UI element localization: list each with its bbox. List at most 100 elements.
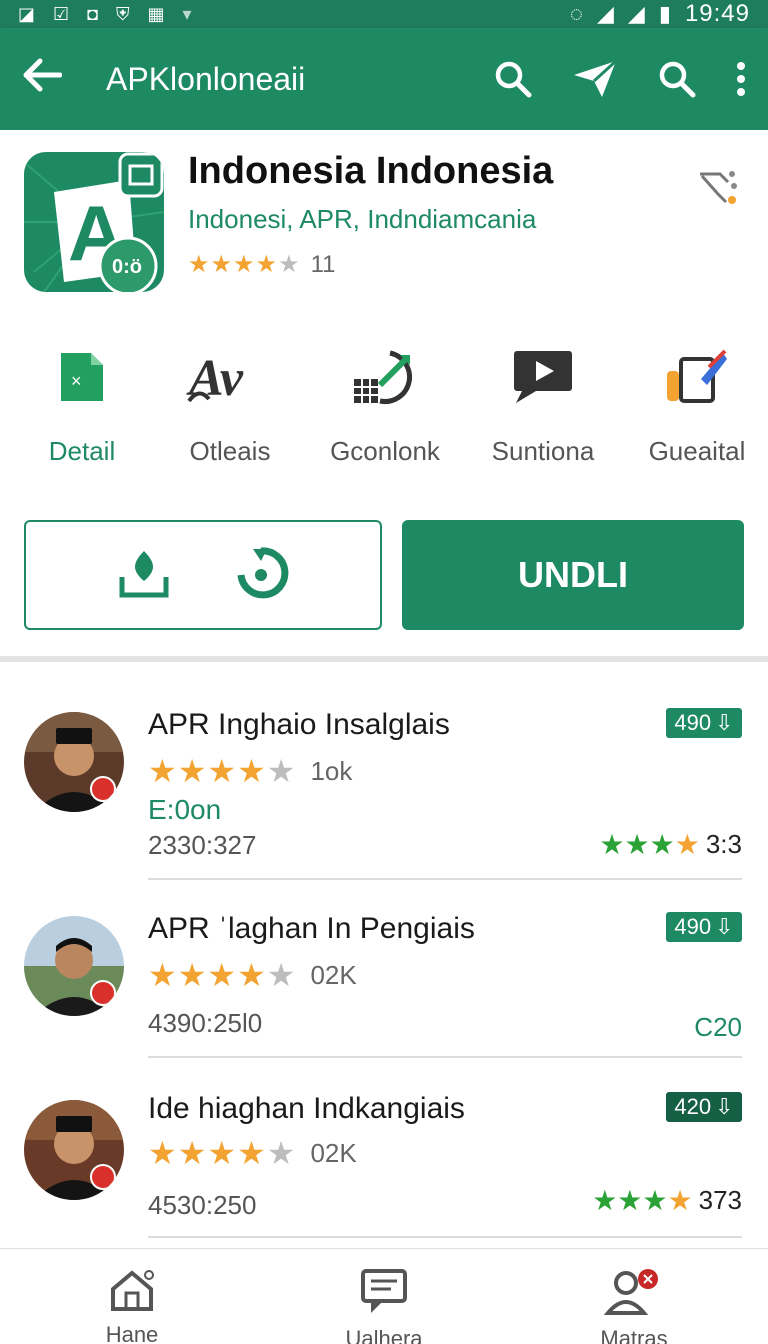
status-bar: ◪ ☑ ◘ ⛨ ▦ ▾ ◌ ◢ ◢ ▮ 19:49: [0, 0, 768, 28]
tab-detail[interactable]: × Detail: [7, 342, 157, 467]
svg-text:×: ×: [71, 371, 82, 391]
tab-label: Suntiona: [491, 436, 595, 466]
rating-stars: ★★★★★: [148, 753, 297, 789]
item-title: APR ˈlaghan In Pengiais: [148, 912, 475, 945]
app-detail-card: A 0:ö Indonesia Indonesia Indonesi, APR,…: [0, 130, 768, 662]
rating-stars-small: ★★★★: [592, 1185, 693, 1216]
download-button[interactable]: UNDLI: [402, 520, 744, 630]
app-icon: A 0:ö: [24, 152, 164, 292]
secondary-action-button[interactable]: [24, 520, 382, 630]
download-small-icon: ⇩: [715, 914, 734, 939]
av-icon: Av: [155, 342, 305, 412]
dropdown-notification-icon: ▾: [182, 4, 192, 24]
rating-stars: ★★★★★: [148, 1135, 297, 1171]
notification-icon: ◪: [18, 4, 36, 24]
rating-count: 11: [310, 250, 336, 278]
list-item[interactable]: APR ˈlaghan In Pengiais ★★★★★ 02K 4390:2…: [0, 884, 768, 1084]
price-badge[interactable]: 490 ⇩: [666, 708, 742, 738]
video-icon: [468, 342, 618, 412]
share-icon[interactable]: [698, 168, 740, 213]
item-tag: E:0on: [148, 794, 222, 825]
home-icon: [62, 1269, 202, 1316]
list-item[interactable]: APR Inghaio Insalglais ★★★★★ 1ok E:0on 2…: [0, 680, 768, 880]
shield-notification-icon: ⛨: [116, 4, 130, 24]
search-icon[interactable]: [658, 60, 696, 98]
battery-icon: ▮: [658, 1, 671, 26]
sheet-icon: ×: [7, 342, 157, 412]
item-title: APR Inghaio Insalglais: [148, 708, 450, 741]
rating-stars: ★★★★★: [148, 957, 297, 993]
chart-icon: [310, 342, 460, 412]
status-time: 19:49: [684, 0, 750, 27]
avatar: [24, 712, 124, 812]
message-icon: [314, 1269, 454, 1320]
clipboard-icon: [622, 342, 768, 412]
app-bar-title: APKlonloneaii: [106, 60, 306, 97]
signal-icon: ◢: [627, 1, 645, 26]
camera-notification-icon: ◘: [87, 4, 99, 24]
price-badge-value: 420: [674, 1094, 712, 1119]
avatar-badge: [90, 1164, 116, 1190]
rating-count: 02K: [310, 959, 357, 990]
refresh-icon[interactable]: [233, 545, 289, 606]
divider: [148, 878, 742, 880]
nav-item-home[interactable]: Hane: [62, 1249, 202, 1344]
item-side-rating: ★★★★ 373: [592, 1184, 742, 1217]
nav-item-messages[interactable]: Ualhera: [314, 1249, 454, 1344]
grid-notification-icon: ▦: [147, 4, 165, 24]
tab-label: Detail: [48, 436, 116, 466]
tab-gueaital[interactable]: Gueaital: [622, 342, 768, 467]
nav-label: Ualhera: [345, 1326, 423, 1344]
rating-stars-small: ★★★★: [599, 829, 700, 860]
price-badge[interactable]: 420 ⇩: [666, 1092, 742, 1122]
tab-suntiona[interactable]: Suntiona: [468, 342, 618, 467]
account-icon: [564, 1269, 704, 1320]
price-badge[interactable]: 490 ⇩: [666, 912, 742, 942]
app-developer[interactable]: Indonesi, APR, Indndiamcania: [188, 204, 536, 235]
app-icon-badge-text: 0:ö: [112, 256, 142, 278]
app-rating: ★★★★★ 11: [188, 250, 336, 279]
list-item[interactable]: Ide hiaghan Indkangiais ★★★★★ 02K 4530:2…: [0, 1066, 768, 1266]
item-date: 4390:25l0: [148, 1008, 263, 1038]
detail-tabs: × Detail Av Otleais Gconlonk Suntiona Gu…: [0, 342, 768, 472]
side-rating-value: 3:3: [705, 829, 742, 859]
price-badge-value: 490: [674, 914, 712, 939]
tab-label: Otleais: [189, 436, 271, 466]
nav-item-account[interactable]: Matras: [564, 1249, 704, 1344]
tab-label: Gueaital: [648, 436, 746, 466]
edit-notification-icon: ☑: [53, 4, 70, 24]
rating-stars: ★★★★★: [188, 251, 301, 278]
download-small-icon: ⇩: [715, 1094, 734, 1119]
status-icons-right: ◌ ◢ ◢ ▮ 19:49: [570, 0, 750, 28]
wifi-icon: ◢: [596, 1, 614, 26]
side-rating-value: 373: [698, 1185, 742, 1215]
item-side-rating: ★★★★ 3:3: [599, 828, 742, 861]
item-rating: ★★★★★ 02K: [148, 1134, 357, 1172]
tab-label: Gconlonk: [330, 436, 440, 466]
alarm-icon: ◌: [569, 1, 583, 26]
avatar: [24, 916, 124, 1016]
nav-label: Matras: [600, 1326, 668, 1344]
search-icon[interactable]: [494, 60, 532, 98]
tab-otleais[interactable]: Av Otleais: [155, 342, 305, 467]
avatar-badge: [90, 980, 116, 1006]
rating-count: 1ok: [310, 755, 353, 786]
item-title: Ide hiaghan Indkangiais: [148, 1092, 465, 1125]
divider: [148, 1056, 742, 1058]
bottom-navigation: Hane Ualhera Matras: [0, 1248, 768, 1344]
download-small-icon: ⇩: [715, 710, 734, 735]
avatar: [24, 1100, 124, 1200]
svg-text:Av: Av: [186, 350, 244, 407]
tab-gconlonk[interactable]: Gconlonk: [310, 342, 460, 467]
more-vert-icon[interactable]: [736, 61, 746, 97]
status-icons-left: ◪ ☑ ◘ ⛨ ▦ ▾: [18, 5, 192, 23]
item-date: 2330:327: [148, 830, 257, 860]
send-icon[interactable]: [572, 59, 618, 99]
avatar-badge: [90, 776, 116, 802]
app-bar-actions: [494, 59, 746, 99]
item-rating: ★★★★★ 02K: [148, 956, 357, 994]
price-badge-value: 490: [674, 710, 712, 735]
download-icon[interactable]: [118, 547, 170, 604]
divider: [148, 1236, 742, 1238]
back-arrow-icon[interactable]: [22, 57, 82, 102]
